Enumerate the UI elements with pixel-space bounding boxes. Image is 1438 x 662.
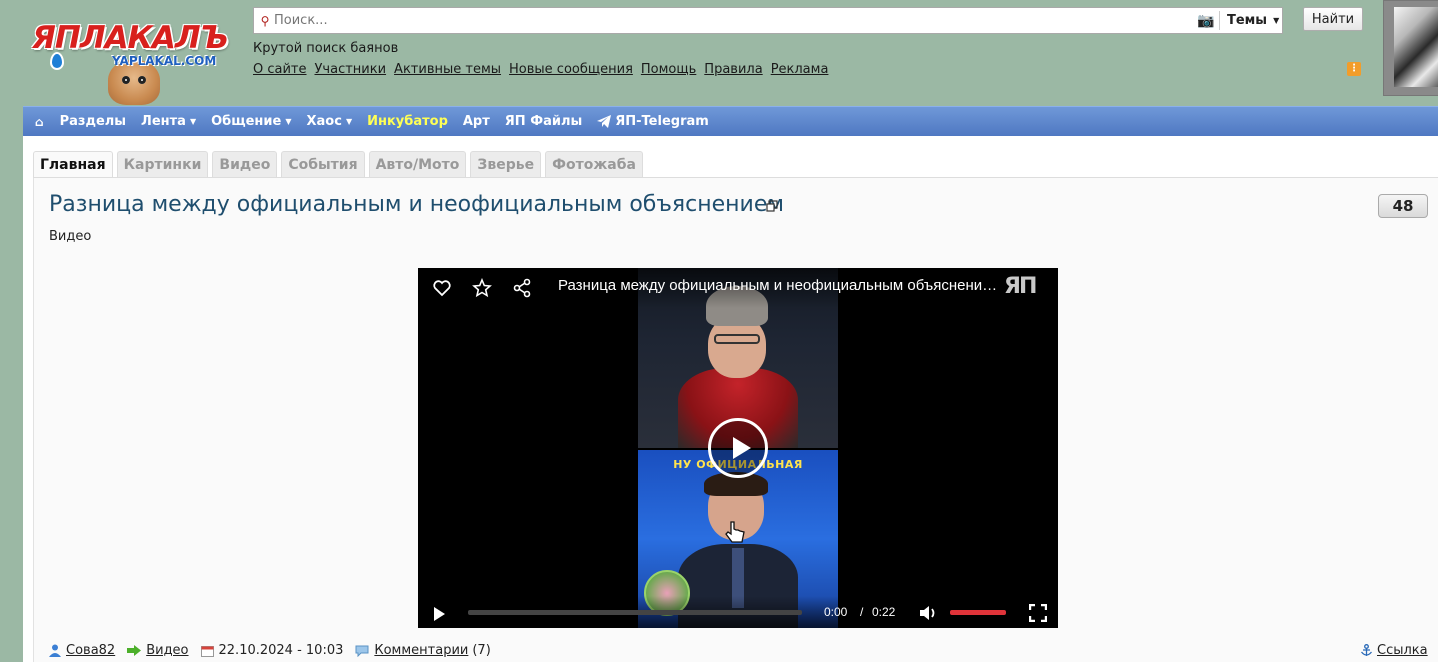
play-icon[interactable]: [432, 606, 446, 622]
nav-label: Хаос: [306, 114, 342, 129]
anchor-icon: [1361, 644, 1372, 656]
arrow-right-icon: [127, 645, 142, 656]
camera-icon[interactable]: 📷: [1193, 13, 1219, 29]
tab-video[interactable]: Видео: [212, 151, 278, 178]
main-nav: ⌂ Разделы Лента ▼ Общение ▼ Хаос ▼ Инкубато…: [23, 106, 1438, 136]
link-new-messages[interactable]: Новые сообщения: [509, 62, 633, 77]
permalink: Ссылка: [1360, 643, 1428, 658]
hand-cursor-icon: [725, 521, 745, 543]
open-new-window-icon[interactable]: [766, 200, 778, 212]
nav-label: ЯП-Telegram: [615, 114, 709, 129]
tab-pictures[interactable]: Картинки: [116, 151, 209, 178]
time-separator: /: [860, 605, 864, 619]
search-input[interactable]: [274, 13, 1193, 28]
link-members[interactable]: Участники: [315, 62, 387, 77]
link-active-topics[interactable]: Активные темы: [394, 62, 501, 77]
fullscreen-icon[interactable]: [1029, 604, 1047, 622]
big-play-button[interactable]: [708, 418, 768, 478]
heart-icon[interactable]: [432, 278, 452, 298]
site-logo[interactable]: ЯПЛАКАЛЪ YAPLAKAL.COM: [28, 10, 238, 105]
post-meta: Сова82 Видео 22.10.2024 - 10:03 Коммента…: [49, 643, 491, 658]
author-link[interactable]: Сова82: [66, 643, 115, 658]
nav-label: Арт: [462, 114, 490, 129]
frame-glasses: [714, 334, 760, 344]
nav-item-incubator[interactable]: Инкубатор: [367, 114, 448, 129]
nav-item-chat[interactable]: Общение ▼: [211, 114, 291, 129]
search-scope-label: Темы: [1227, 13, 1268, 28]
tab-main[interactable]: Главная: [33, 151, 113, 178]
comments-count: (7): [472, 643, 491, 658]
logo-wordmark: ЯПЛАКАЛЪ: [32, 20, 229, 56]
search-scope-select[interactable]: Темы ▼: [1220, 13, 1282, 28]
nav-label: Инкубатор: [367, 114, 448, 129]
post-date: 22.10.2024 - 10:03: [218, 643, 344, 658]
chevron-down-icon: ▼: [345, 117, 353, 126]
comments-icon: [355, 645, 369, 657]
tab-auto-moto[interactable]: Авто/Мото: [368, 151, 467, 178]
player-logo: ЯП: [1004, 274, 1037, 299]
rss-icon[interactable]: ⋮: [1347, 62, 1361, 76]
chevron-down-icon: ▼: [285, 117, 292, 126]
avatar-image: [1394, 7, 1438, 87]
comments-link[interactable]: Комментарии: [374, 643, 468, 658]
nav-item-sections[interactable]: Разделы: [60, 114, 126, 129]
nav-label: Разделы: [59, 114, 127, 129]
duration: 0:22: [872, 605, 896, 619]
content-panel: Главная Картинки Видео События Авто/Мото…: [23, 136, 1438, 662]
volume-level: [950, 610, 1006, 615]
calendar-icon: [200, 645, 214, 657]
nav-item-telegram[interactable]: ЯП-Telegram: [597, 114, 709, 129]
nav-label: Лента: [141, 114, 186, 129]
home-icon[interactable]: ⌂: [35, 115, 44, 129]
telegram-icon: [597, 115, 612, 128]
section-link[interactable]: Видео: [146, 643, 188, 658]
video-title: Разница между официальным и неофициальны…: [558, 277, 998, 294]
logo-drop-icon: [50, 52, 64, 70]
logo-domain: YAPLAKAL.COM: [112, 54, 217, 68]
user-avatar[interactable]: [1383, 0, 1438, 96]
link-help[interactable]: Помощь: [641, 62, 696, 77]
nav-item-chaos[interactable]: Хаос ▼: [307, 114, 353, 129]
post-category: Видео: [49, 229, 92, 244]
nav-item-art[interactable]: Арт: [463, 114, 490, 129]
progress-bar[interactable]: [468, 610, 802, 615]
tagline: Крутой поиск баянов: [253, 41, 399, 56]
share-icon[interactable]: [512, 278, 532, 298]
search-icon: ⚲: [260, 13, 270, 28]
top-links: О сайте Участники Активные темы Новые со…: [253, 62, 828, 77]
nav-item-files[interactable]: ЯП Файлы: [505, 114, 582, 129]
nav-item-feed[interactable]: Лента ▼: [141, 114, 196, 129]
chevron-down-icon: ▼: [1273, 16, 1280, 25]
link-about[interactable]: О сайте: [253, 62, 307, 77]
post: Разница между официальным и неофициальны…: [33, 178, 1438, 662]
volume-icon[interactable]: [918, 604, 938, 622]
video-player[interactable]: НУ ОФИЦИАЛЬНАЯ Разница между официальным…: [418, 268, 1058, 628]
volume-slider[interactable]: [950, 610, 1006, 615]
category-tabs: Главная Картинки Видео События Авто/Мото…: [33, 151, 643, 178]
link-ads[interactable]: Реклама: [771, 62, 829, 77]
current-time: 0:00: [824, 605, 848, 619]
comment-count-badge[interactable]: 48: [1378, 194, 1428, 218]
permalink-link[interactable]: Ссылка: [1377, 643, 1428, 658]
tab-photoshop[interactable]: Фотожаба: [545, 151, 643, 178]
user-icon: [49, 644, 61, 657]
nav-label: Общение: [211, 114, 282, 129]
link-rules[interactable]: Правила: [704, 62, 762, 77]
tab-animals[interactable]: Зверье: [470, 151, 542, 178]
tab-events[interactable]: События: [281, 151, 365, 178]
find-button[interactable]: Найти: [1303, 7, 1363, 31]
search-bar: ⚲ 📷 Темы ▼: [253, 7, 1283, 34]
chevron-down-icon: ▼: [189, 117, 197, 126]
post-title[interactable]: Разница между официальным и неофициальны…: [49, 192, 784, 217]
star-icon[interactable]: [472, 278, 492, 298]
nav-label: ЯП Файлы: [504, 114, 583, 129]
